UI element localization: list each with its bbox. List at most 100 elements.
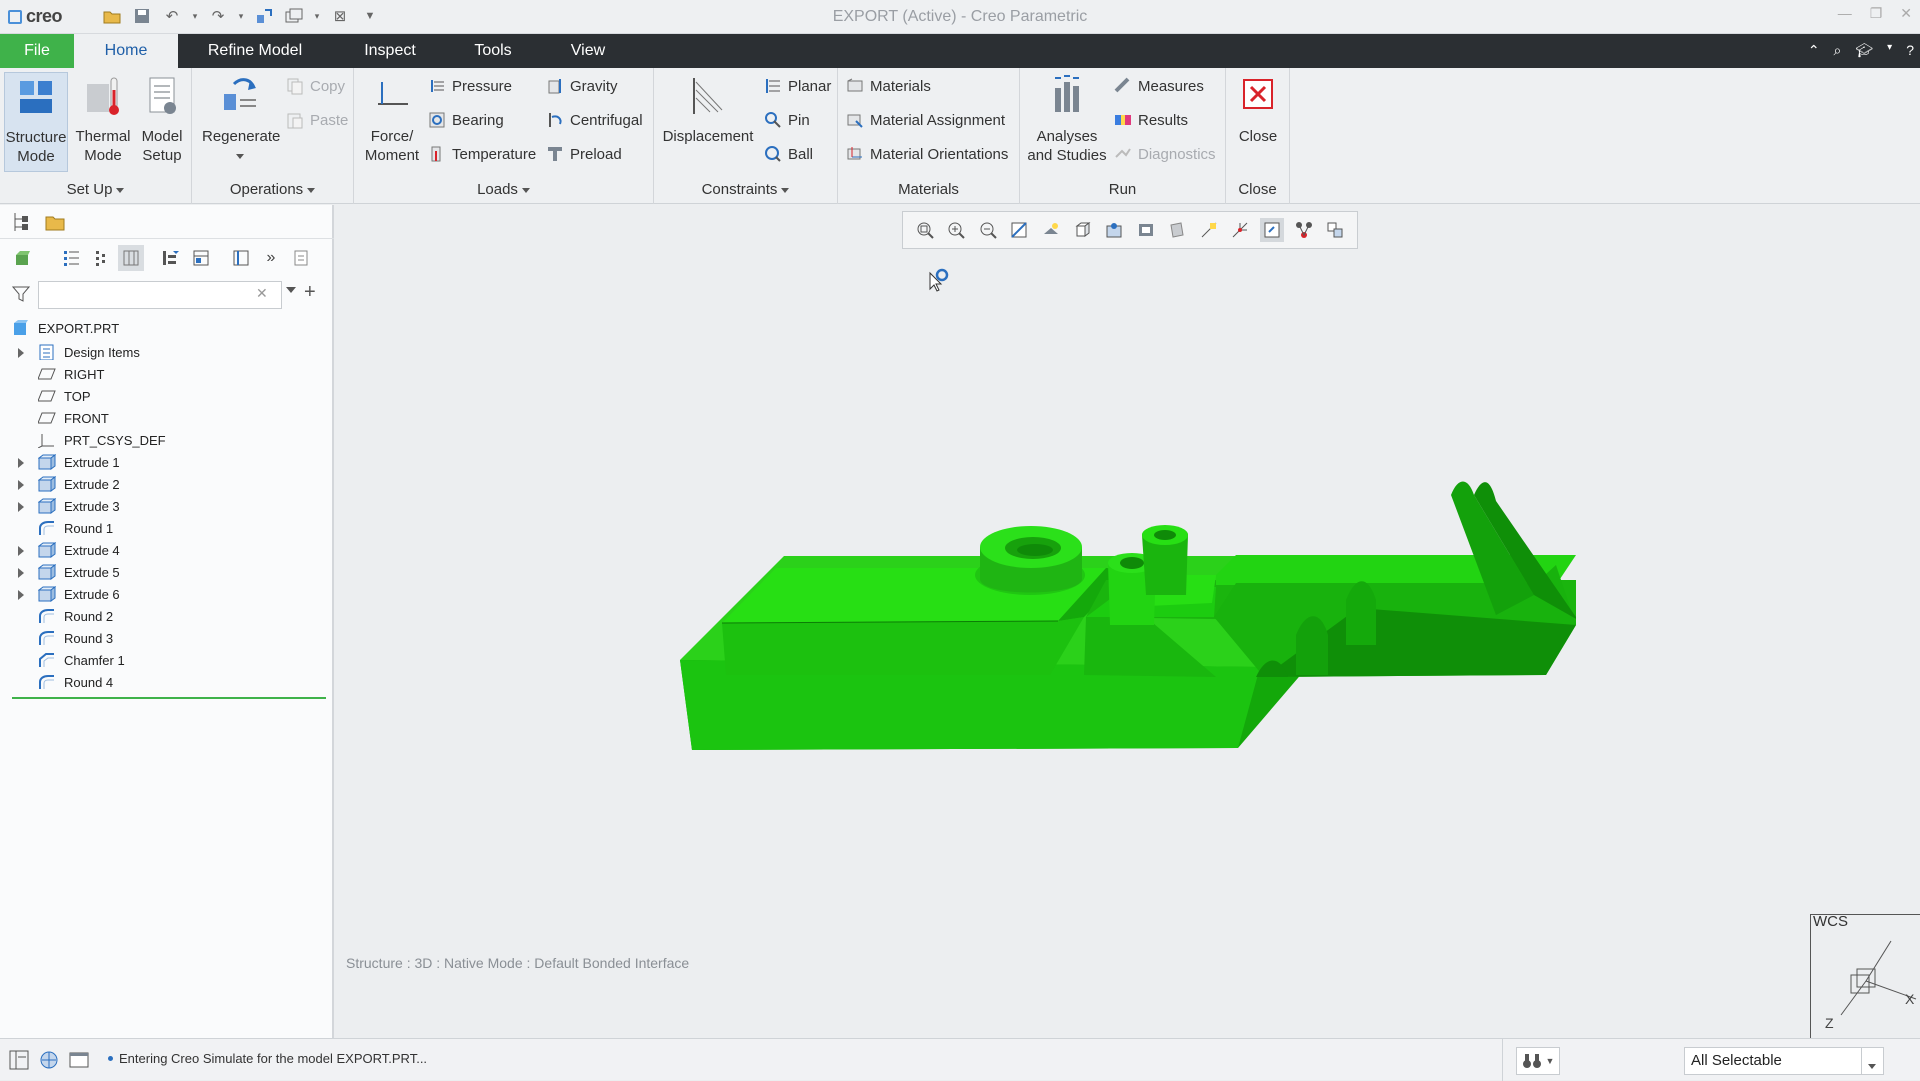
tree-item[interactable]: Round 3 xyxy=(0,627,334,649)
simulation-display-icon[interactable] xyxy=(1292,218,1316,242)
add-filter-icon[interactable]: + xyxy=(304,281,316,304)
tree-item[interactable]: RIGHT xyxy=(0,363,334,385)
view-manager-icon[interactable] xyxy=(1102,218,1126,242)
expand-arrow-icon[interactable] xyxy=(18,458,24,468)
datum-display-icon[interactable] xyxy=(1197,218,1221,242)
tree-filter-settings-icon[interactable] xyxy=(158,245,184,271)
folder-browser-tab-icon[interactable] xyxy=(44,211,66,236)
selection-filter-dropdown-icon[interactable] xyxy=(1861,1048,1883,1074)
tree-item[interactable]: Round 4 xyxy=(0,671,334,693)
expand-arrow-icon[interactable] xyxy=(18,568,24,578)
regenerate-quick-icon[interactable] xyxy=(252,4,276,28)
model-setup-button[interactable]: Model Setup xyxy=(134,72,190,165)
open-icon[interactable] xyxy=(100,4,124,28)
force-moment-button[interactable]: Force/ Moment xyxy=(362,72,422,165)
diagnostics-button[interactable]: Diagnostics xyxy=(1114,142,1216,166)
part-model-3d[interactable] xyxy=(616,385,1576,805)
tab-inspect[interactable]: Inspect xyxy=(350,34,430,68)
tree-item[interactable]: Chamfer 1 xyxy=(0,649,334,671)
preload-button[interactable]: Preload xyxy=(546,142,622,166)
find-button[interactable]: ▼ xyxy=(1516,1047,1560,1075)
show-navigator-icon[interactable] xyxy=(8,1049,30,1074)
setup-group-label[interactable]: Set Up xyxy=(0,181,191,198)
layer-details-icon[interactable] xyxy=(288,245,314,271)
learning-dropdown-icon[interactable]: ▾ xyxy=(1887,42,1892,59)
tree-item[interactable]: Design Items xyxy=(0,341,334,363)
structure-mode-button[interactable]: Structure Mode xyxy=(4,72,68,172)
tree-settings-icon[interactable] xyxy=(188,245,214,271)
perspective-icon[interactable] xyxy=(1134,218,1158,242)
selection-filter-select[interactable]: All Selectable xyxy=(1684,1047,1884,1075)
close-button[interactable]: Close xyxy=(1230,72,1286,146)
help-icon[interactable]: ? xyxy=(1906,42,1914,59)
redo-dropdown-icon[interactable]: ▾ xyxy=(236,4,246,28)
tree-item[interactable]: TOP xyxy=(0,385,334,407)
undo-icon[interactable]: ↶ xyxy=(160,4,184,28)
material-assignment-button[interactable]: Material Assignment xyxy=(846,108,1005,132)
tab-home[interactable]: Home xyxy=(74,34,178,68)
windows-dropdown-icon[interactable]: ▾ xyxy=(312,4,322,28)
show-browser-icon[interactable] xyxy=(38,1049,60,1074)
mesh-display-icon[interactable] xyxy=(1323,218,1347,242)
tab-tools[interactable]: Tools xyxy=(460,34,526,68)
show-panel-icon[interactable] xyxy=(228,245,254,271)
tree-root[interactable]: EXPORT.PRT xyxy=(0,317,334,339)
tree-insert-marker[interactable] xyxy=(12,697,326,699)
analyses-studies-button[interactable]: Analyses and Studies xyxy=(1026,72,1108,165)
pressure-button[interactable]: Pressure xyxy=(428,74,512,98)
operations-group-label[interactable]: Operations xyxy=(192,181,353,198)
gravity-button[interactable]: Gravity xyxy=(546,74,618,98)
expand-arrow-icon[interactable] xyxy=(18,348,24,358)
filter-icon[interactable] xyxy=(11,285,31,306)
full-screen-icon[interactable] xyxy=(68,1049,90,1074)
regenerate-button[interactable]: Regenerate xyxy=(202,72,280,165)
save-icon[interactable] xyxy=(130,4,154,28)
learning-icon[interactable]: 🎓︎ xyxy=(1855,42,1873,59)
tree-item[interactable]: Extrude 1 xyxy=(0,451,334,473)
temperature-button[interactable]: Temperature xyxy=(428,142,536,166)
tree-item[interactable]: Extrude 3 xyxy=(0,495,334,517)
tab-refine-model[interactable]: Refine Model xyxy=(190,34,320,68)
section-icon[interactable] xyxy=(1165,218,1189,242)
minimize-icon[interactable]: — xyxy=(1838,5,1852,22)
clear-search-icon[interactable]: ✕ xyxy=(256,285,268,302)
tree-item[interactable]: FRONT xyxy=(0,407,334,429)
spin-center-icon[interactable] xyxy=(1259,218,1284,242)
planar-button[interactable]: Planar xyxy=(764,74,831,98)
tree-item[interactable]: Extrude 5 xyxy=(0,561,334,583)
command-search-icon[interactable]: ⌕ xyxy=(1834,42,1842,59)
materials-button[interactable]: Materials xyxy=(846,74,931,98)
find-dropdown-icon[interactable]: ▼ xyxy=(1546,1056,1555,1066)
expand-arrow-icon[interactable] xyxy=(18,546,24,556)
ball-button[interactable]: Ball xyxy=(764,142,813,166)
search-dropdown-icon[interactable] xyxy=(286,287,296,293)
copy-button[interactable]: Copy xyxy=(286,74,345,98)
tree-item[interactable]: PRT_CSYS_DEF xyxy=(0,429,334,451)
tree-item[interactable]: Extrude 2 xyxy=(0,473,334,495)
paste-button[interactable]: Paste xyxy=(286,108,348,132)
bearing-button[interactable]: Bearing xyxy=(428,108,504,132)
zoom-in-icon[interactable] xyxy=(944,218,968,242)
tab-view[interactable]: View xyxy=(556,34,620,68)
centrifugal-button[interactable]: Centrifugal xyxy=(546,108,643,132)
constraints-group-label[interactable]: Constraints xyxy=(654,181,837,198)
close-app-icon[interactable]: ✕ xyxy=(1900,5,1912,22)
refit-icon[interactable] xyxy=(913,218,937,242)
pin-button[interactable]: Pin xyxy=(764,108,810,132)
tree-columns-icon[interactable] xyxy=(118,245,144,271)
expand-arrow-icon[interactable] xyxy=(18,502,24,512)
tree-item[interactable]: Extrude 6 xyxy=(0,583,334,605)
model-tree-tab-icon[interactable] xyxy=(10,211,30,236)
graphics-area[interactable]: Structure : 3D : Native Mode : Default B… xyxy=(336,205,1920,1038)
collapse-ribbon-icon[interactable]: ⌃ xyxy=(1808,42,1820,59)
loads-group-label[interactable]: Loads xyxy=(354,181,653,198)
tree-item[interactable]: Extrude 4 xyxy=(0,539,334,561)
expand-arrow-icon[interactable] xyxy=(18,590,24,600)
tree-detail-icon[interactable] xyxy=(88,245,114,271)
results-button[interactable]: Results xyxy=(1114,108,1188,132)
saved-orientations-icon[interactable] xyxy=(1071,218,1095,242)
tab-file[interactable]: File xyxy=(0,34,74,68)
display-style-icon[interactable] xyxy=(1039,218,1063,242)
redo-icon[interactable]: ↷ xyxy=(206,4,230,28)
tree-search-input[interactable] xyxy=(38,281,282,309)
